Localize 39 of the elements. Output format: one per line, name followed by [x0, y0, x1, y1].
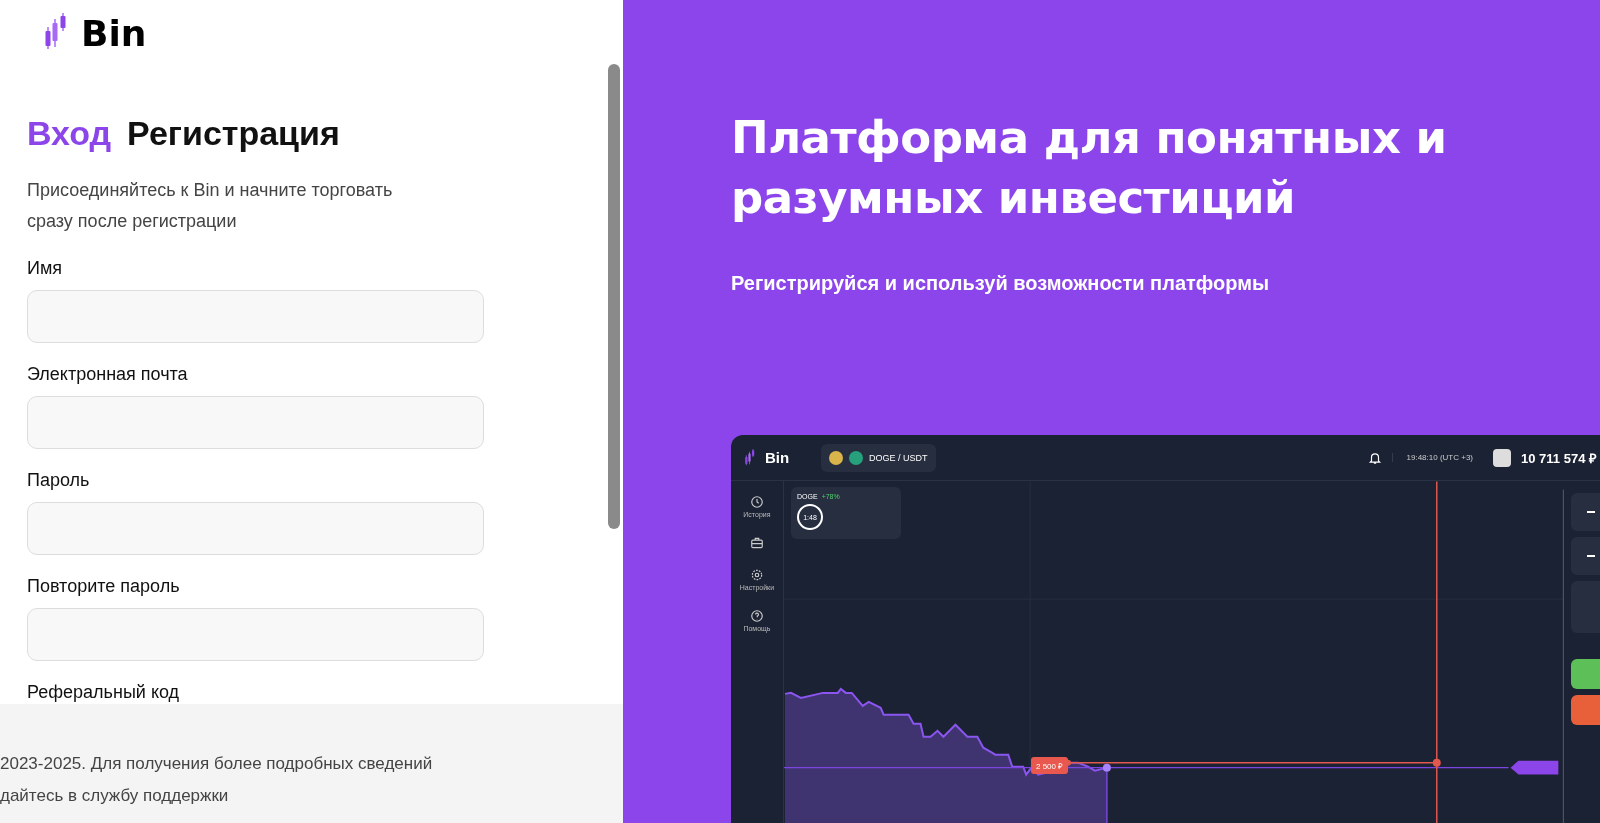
minus-icon — [1587, 555, 1596, 557]
preview-logo-text: Bin — [764, 449, 790, 466]
field-label: Электронная почта — [27, 364, 189, 385]
history-icon — [749, 495, 764, 509]
logo-icon — [745, 448, 755, 467]
intro-text: Присоединяйтесь к Bin и начните торговать сразу после регистрации — [27, 179, 394, 233]
input-field[interactable] — [27, 290, 484, 343]
bell-icon[interactable] — [1367, 450, 1382, 465]
nav-item[interactable] — [749, 536, 764, 550]
pair-selector[interactable]: DOGE / USDT — [821, 443, 936, 472]
input-field[interactable] — [27, 502, 484, 555]
field-label: Пароль — [27, 470, 91, 491]
briefcase-icon — [749, 536, 764, 550]
footer-text: 2023-2025. Для получения более подробных сведений — [0, 753, 434, 775]
amount-control[interactable] — [1571, 493, 1600, 531]
price-point — [1102, 763, 1111, 772]
down-button[interactable] — [1571, 695, 1600, 725]
promo-subtitle: Регистрируйся и используй возможности платформы — [731, 272, 1271, 295]
footer-text: дайтесь в службу поддержки — [0, 785, 230, 807]
time-text: 19:48:10 (UTC +3) — [1391, 453, 1474, 462]
price-tag — [1510, 760, 1559, 775]
up-button[interactable] — [1571, 659, 1600, 689]
balance-text: 10 711 574 ₽ — [1521, 449, 1597, 467]
promo-title: Платформа для понятных и разумных инвестиций — [731, 110, 1448, 226]
field-label: Повторите пароль — [27, 576, 181, 597]
minus-icon — [1587, 511, 1596, 513]
input-field[interactable] — [27, 608, 484, 661]
expiry-marker — [1432, 758, 1441, 767]
scrollbar-thumb[interactable] — [608, 64, 620, 529]
field-label: Реферальный код — [27, 682, 181, 703]
avatar-placeholder — [1493, 448, 1512, 467]
auth-tab[interactable]: Вход — [27, 114, 112, 153]
help-icon — [749, 609, 764, 623]
logo-text: Bin — [81, 12, 147, 54]
auth-tab[interactable]: Регистрация — [127, 114, 340, 153]
settings-icon — [749, 568, 764, 582]
time-control[interactable] — [1571, 537, 1600, 575]
input-field[interactable] — [27, 396, 484, 449]
field-label: Имя — [27, 258, 64, 279]
